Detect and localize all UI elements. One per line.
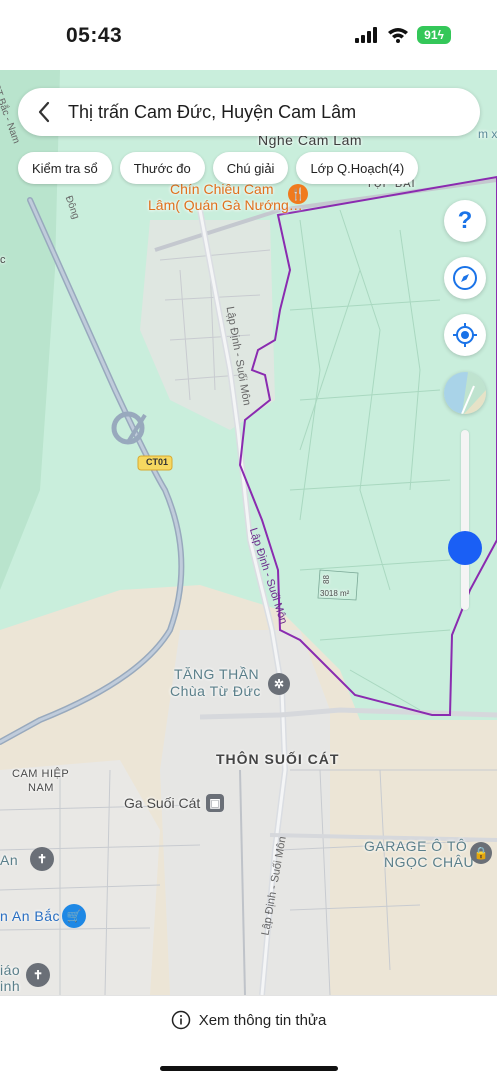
temple-icon[interactable]: ✲ — [268, 673, 290, 695]
label-top-right: m x — [478, 127, 497, 141]
label-cam-hiep-1: CAM HIỆP — [12, 768, 70, 780]
location-title: Thị trấn Cam Đức, Huyện Cam Lâm — [68, 101, 357, 122]
check-deed-button[interactable]: Kiểm tra sổ — [18, 152, 112, 184]
signal-icon — [355, 27, 377, 43]
my-location-icon — [453, 323, 477, 347]
ruler-button[interactable]: Thước đo — [119, 152, 205, 184]
shopping-cart-icon[interactable]: 🛒 — [62, 904, 86, 928]
toolbar-chips: Kiểm tra sổ Thước đo Chú giải Lớp Q.Hoạc… — [18, 152, 419, 184]
church-icon-1[interactable]: ✝ — [30, 847, 54, 871]
label-giao: iáo — [0, 962, 21, 978]
church-icon-2[interactable]: ✝ — [26, 963, 50, 987]
restaurant-icon[interactable]: 🍴 — [288, 184, 308, 204]
view-parcel-info-button[interactable]: Xem thông tin thửa — [0, 1010, 497, 1030]
train-station-icon[interactable]: ▣ — [206, 794, 224, 812]
label-tang-than: TĂNG THẦN — [174, 666, 260, 682]
help-button[interactable]: ? — [444, 200, 486, 242]
label-an-bac: n An Bắc — [0, 908, 61, 924]
parcel-info-label: Xem thông tin thửa — [198, 1011, 327, 1029]
status-icons: 91 ϟ — [355, 26, 451, 44]
status-bar: 05:43 91 ϟ — [0, 0, 497, 70]
charging-icon: ϟ — [437, 28, 444, 42]
label-thon-suoi-cat: THÔN SUỐI CÁT — [216, 751, 340, 767]
back-icon[interactable] — [26, 88, 62, 136]
label-chua-tu-duc: Chùa Từ Đức — [170, 683, 261, 699]
battery-indicator: 91 ϟ — [417, 26, 451, 44]
battery-level: 91 — [424, 28, 438, 42]
label-cam-hiep-2: NAM — [28, 782, 54, 794]
home-indicator — [160, 1066, 338, 1071]
label-parcel-number: 88 — [321, 575, 331, 584]
label-ct01: CT01 — [145, 457, 168, 467]
legend-button[interactable]: Chú giải — [212, 152, 289, 184]
wifi-icon — [388, 28, 408, 43]
label-garage-1: GARAGE Ô TÔ — [364, 838, 468, 854]
layer-button[interactable] — [444, 372, 486, 414]
layer-icon — [444, 372, 486, 414]
planning-layer-button[interactable]: Lớp Q.Hoạch(4) — [296, 152, 419, 184]
label-garage-2: NGỌC CHÂU — [384, 854, 475, 870]
my-location-button[interactable] — [444, 314, 486, 356]
bottom-bar: Xem thông tin thửa — [0, 995, 497, 1080]
label-inh: inh — [0, 978, 21, 994]
label-an-left: An — [0, 852, 19, 868]
map-view[interactable]: Nghe Cam Lam m x Chín Chiêu Cam Lâm( Quá… — [0, 70, 497, 995]
info-icon — [171, 1010, 190, 1030]
label-chin-chieu-2: Lâm( Quán Gà Nướng… — [148, 197, 303, 213]
label-left-c: c — [0, 254, 6, 266]
compass-icon — [453, 266, 477, 290]
help-icon: ? — [457, 207, 473, 234]
status-time: 05:43 — [66, 24, 123, 47]
compass-button[interactable] — [444, 257, 486, 299]
location-header[interactable]: Thị trấn Cam Đức, Huyện Cam Lâm — [18, 88, 480, 136]
label-parcel-area: 3018 m² — [320, 589, 350, 598]
opacity-slider-track[interactable] — [461, 430, 469, 610]
opacity-slider-knob[interactable] — [448, 531, 482, 565]
label-ga-suoi-cat: Ga Suối Cát — [124, 795, 201, 811]
garage-icon[interactable]: 🔒 — [470, 842, 492, 864]
